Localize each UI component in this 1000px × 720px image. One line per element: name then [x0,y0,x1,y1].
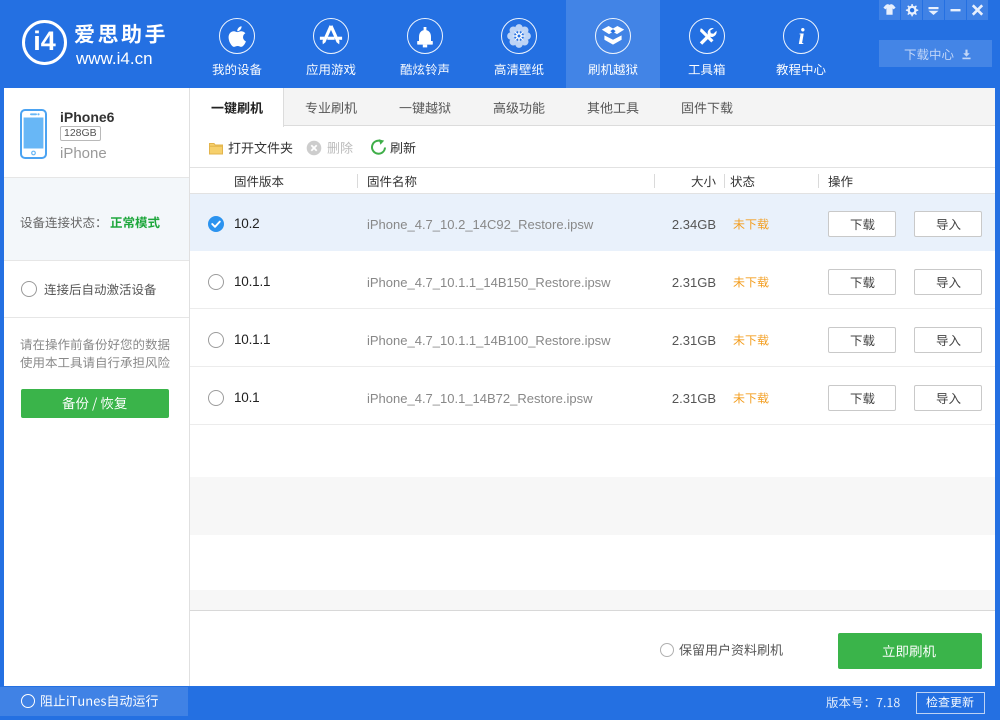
svg-text:i: i [798,24,805,49]
